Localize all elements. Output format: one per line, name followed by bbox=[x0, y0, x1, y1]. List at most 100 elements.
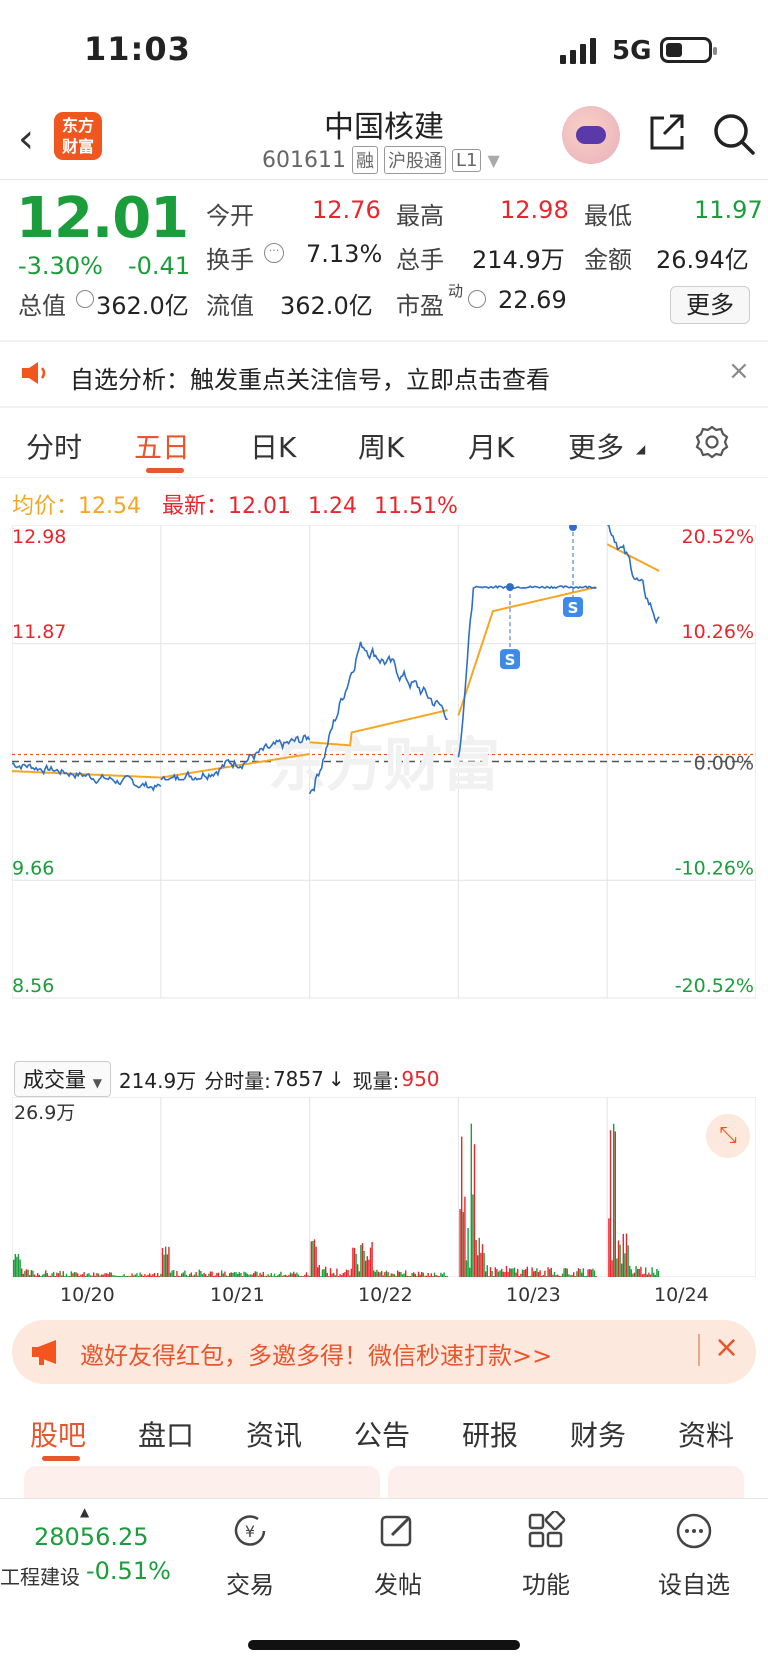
tab-orderbook[interactable]: 盘口 bbox=[138, 1414, 194, 1454]
tab-daily-k[interactable]: 日K bbox=[250, 426, 296, 466]
current-volume-value: 950 bbox=[401, 1067, 440, 1091]
signal-badge-icon[interactable]: S bbox=[563, 597, 583, 617]
volume-bar bbox=[326, 1272, 328, 1277]
volume-bar bbox=[32, 1270, 34, 1277]
index-name[interactable]: 工程建设 bbox=[0, 1561, 80, 1590]
add-watchlist-label[interactable]: 设自选 bbox=[644, 1565, 744, 1600]
info-icon[interactable]: ··· bbox=[264, 243, 284, 263]
functions-label[interactable]: 功能 bbox=[496, 1565, 596, 1600]
x-label: 10/20 bbox=[60, 1284, 115, 1306]
info-icon[interactable] bbox=[76, 290, 94, 308]
volume-bar bbox=[173, 1270, 175, 1277]
volume-chart[interactable] bbox=[12, 1097, 756, 1277]
functions-icon[interactable] bbox=[526, 1511, 566, 1551]
tab-announcements[interactable]: 公告 bbox=[354, 1414, 410, 1454]
volume-bar bbox=[233, 1271, 236, 1277]
volume-bar bbox=[616, 1258, 618, 1277]
tab-news[interactable]: 资讯 bbox=[246, 1414, 302, 1454]
tab-forum[interactable]: 股吧 bbox=[30, 1414, 86, 1454]
volume-bar bbox=[161, 1247, 164, 1277]
more-button[interactable]: 更多 bbox=[670, 286, 750, 324]
assistant-avatar-icon[interactable] bbox=[562, 106, 620, 164]
volume-bar bbox=[643, 1273, 645, 1277]
volume-bar bbox=[206, 1276, 208, 1277]
volume-bar bbox=[473, 1144, 476, 1277]
current-volume-label: 现量: bbox=[352, 1068, 400, 1093]
tab-monthly-k[interactable]: 月K bbox=[468, 426, 514, 466]
post-label[interactable]: 发帖 bbox=[348, 1565, 448, 1600]
volume-bar bbox=[181, 1273, 183, 1277]
volume-bar bbox=[224, 1271, 226, 1277]
close-icon[interactable]: × bbox=[728, 356, 750, 386]
volume-bar bbox=[307, 1275, 309, 1277]
volume-bar bbox=[653, 1272, 655, 1277]
post-icon[interactable] bbox=[378, 1511, 418, 1551]
volume-bar bbox=[136, 1273, 138, 1277]
volume-bar bbox=[635, 1266, 637, 1277]
price-chart[interactable]: 东方财富12.9811.879.668.5620.52%10.26%0.00%-… bbox=[12, 525, 756, 1057]
indicator-select[interactable]: 成交量 ▼ bbox=[14, 1061, 111, 1097]
volume-bar bbox=[121, 1275, 124, 1277]
tab-finance[interactable]: 财务 bbox=[570, 1414, 626, 1454]
volume-bar bbox=[501, 1268, 503, 1277]
volume-bar bbox=[147, 1274, 149, 1277]
invite-banner[interactable]: 邀好友得红包，多邀多得！微信秒速打款>> × bbox=[12, 1320, 756, 1384]
volume-bar bbox=[205, 1274, 207, 1277]
volume-bar bbox=[160, 1273, 162, 1277]
volume-bar bbox=[41, 1274, 44, 1277]
index-percent[interactable]: -0.51% bbox=[86, 1557, 171, 1585]
volume-bar bbox=[315, 1246, 317, 1277]
volume-bar bbox=[131, 1273, 133, 1277]
volume-bar bbox=[365, 1260, 367, 1277]
volume-bar bbox=[440, 1272, 442, 1277]
latest-value: 12.01 bbox=[228, 494, 291, 519]
volume-bar bbox=[294, 1273, 296, 1277]
tab-intraday[interactable]: 分时 bbox=[26, 426, 82, 466]
volume-bar bbox=[542, 1275, 544, 1277]
volume-bar bbox=[109, 1272, 111, 1277]
divider bbox=[698, 1334, 700, 1366]
x-label: 10/21 bbox=[210, 1284, 265, 1306]
volume-bar bbox=[411, 1273, 413, 1277]
volume-bar bbox=[230, 1272, 232, 1277]
trade-label[interactable]: 交易 bbox=[200, 1565, 300, 1600]
stock-code-row[interactable]: 601611 融 沪股通 L1 ▼ bbox=[262, 146, 500, 174]
trade-icon[interactable]: ¥ bbox=[230, 1511, 270, 1551]
volume-bar bbox=[165, 1246, 167, 1277]
y-axis-label: 8.56 bbox=[12, 975, 54, 997]
close-icon[interactable]: × bbox=[714, 1330, 739, 1365]
info-icon[interactable] bbox=[468, 290, 486, 308]
volume-bar bbox=[475, 1240, 477, 1277]
volume-max-label: 26.9万 bbox=[14, 1102, 76, 1124]
x-label: 10/23 bbox=[506, 1284, 561, 1306]
latest-change: 1.24 bbox=[308, 494, 357, 519]
tab-weekly-k[interactable]: 周K bbox=[358, 426, 404, 466]
volume-bar bbox=[309, 1276, 311, 1277]
add-watchlist-icon[interactable] bbox=[674, 1511, 714, 1551]
signal-badge-icon[interactable]: S bbox=[500, 649, 520, 670]
expand-icon[interactable]: ⤡ bbox=[706, 1114, 750, 1158]
tab-more[interactable]: 更多 bbox=[568, 426, 624, 466]
info-tabs: 股吧 盘口 资讯 公告 研报 财务 资料 bbox=[0, 1396, 768, 1466]
volume-bar bbox=[246, 1273, 248, 1277]
volume-bar bbox=[552, 1274, 554, 1277]
volume-bar bbox=[70, 1271, 72, 1277]
bottom-toolbar: ▲ 28056.25 工程建设 -0.51% ¥ 交易 发帖 功能 设自选 bbox=[0, 1498, 768, 1663]
volume-bar bbox=[77, 1273, 79, 1277]
tab-research[interactable]: 研报 bbox=[462, 1414, 518, 1454]
tab-profile[interactable]: 资料 bbox=[678, 1414, 734, 1454]
search-icon[interactable] bbox=[712, 112, 756, 156]
index-value[interactable]: 28056.25 bbox=[34, 1523, 149, 1551]
volume-bar bbox=[576, 1271, 578, 1277]
home-indicator[interactable] bbox=[248, 1640, 520, 1650]
analysis-banner[interactable]: 自选分析：触发重点关注信号，立即点击查看 × bbox=[0, 340, 768, 406]
volume-bar bbox=[352, 1247, 354, 1277]
tab-five-day[interactable]: 五日 bbox=[134, 426, 190, 466]
pe-value: 22.69 bbox=[498, 286, 567, 314]
low-label: 最低 bbox=[584, 202, 632, 230]
volume-bar bbox=[437, 1275, 439, 1277]
volume-bar bbox=[483, 1253, 485, 1277]
share-icon[interactable] bbox=[648, 112, 686, 152]
settings-gear-icon[interactable] bbox=[694, 424, 730, 460]
volume-bar bbox=[573, 1272, 575, 1277]
